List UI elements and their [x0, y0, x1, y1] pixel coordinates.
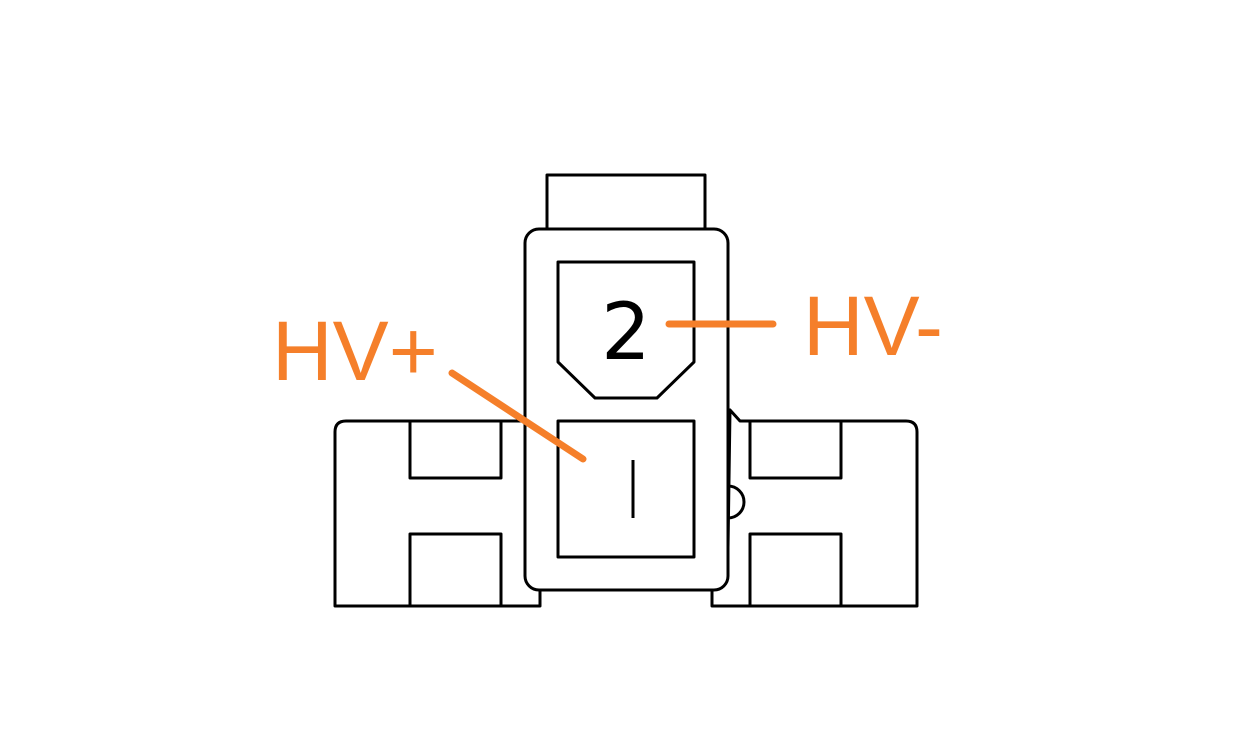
connector-pinout-diagram: 2 1 HV- HV+ [272, 173, 943, 608]
pin-1-label: HV+ [272, 304, 438, 398]
pin-2-label: HV- [803, 279, 943, 373]
left-mounting-flange [333, 419, 542, 608]
connector-housing [523, 227, 730, 592]
pin-2-number: 2 [601, 288, 651, 378]
top-latch-tab [545, 173, 707, 232]
